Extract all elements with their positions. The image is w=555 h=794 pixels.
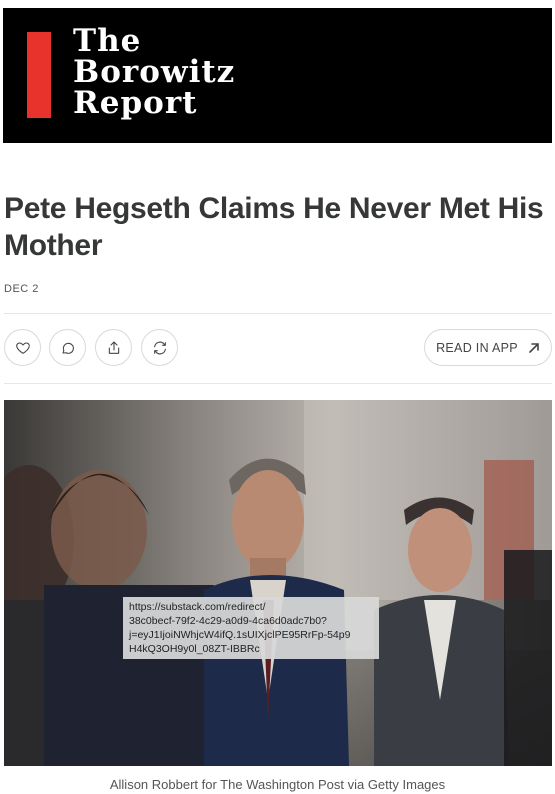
post-hero-image[interactable]: [4, 400, 552, 766]
like-button[interactable]: [4, 329, 41, 366]
logo-line-3: Report: [73, 85, 198, 121]
banner-accent-bar: [27, 32, 51, 118]
logo-line-2: Borowitz: [73, 54, 236, 90]
restack-icon: [153, 341, 166, 354]
publication-banner[interactable]: The Borowitz Report: [3, 8, 552, 143]
heart-icon: [15, 341, 30, 354]
tooltip-url-line-2: 38c0becf-79f2-4c29-a0d9-4ca6d0adc7b0?: [129, 615, 327, 627]
link-url-tooltip: https://substack.com/redirect/ 38c0becf-…: [123, 597, 379, 659]
logo-line-1: The: [73, 23, 142, 59]
image-caption: Allison Robbert for The Washington Post …: [109, 777, 446, 792]
comment-button[interactable]: [49, 329, 86, 366]
post-actions-bar: READ IN APP: [4, 329, 552, 367]
divider-bottom: [4, 383, 552, 384]
post-date: DEC 2: [4, 283, 39, 295]
read-in-app-button[interactable]: READ IN APP: [424, 329, 552, 366]
divider-top: [4, 313, 552, 314]
tooltip-url-line-4: H4kQ3OH9y0l_08ZT-IBBRc: [129, 643, 260, 655]
tooltip-url-line-3: j=eyJ1IjoiNWhjcW4ifQ.1sUIXjclPE95RrFp-54…: [129, 629, 351, 641]
publication-logo-text: The Borowitz Report: [73, 26, 235, 119]
arrow-up-right-icon: [529, 342, 539, 353]
share-icon: [108, 340, 119, 354]
share-button[interactable]: [95, 329, 132, 366]
read-in-app-label: READ IN APP: [436, 340, 518, 355]
restack-button[interactable]: [141, 329, 178, 366]
comment-icon: [61, 342, 74, 354]
tooltip-url-line-1: https://substack.com/redirect/: [129, 601, 266, 613]
post-title: Pete Hegseth Claims He Never Met His Mot…: [4, 192, 544, 262]
photo-illustration: [4, 400, 552, 766]
